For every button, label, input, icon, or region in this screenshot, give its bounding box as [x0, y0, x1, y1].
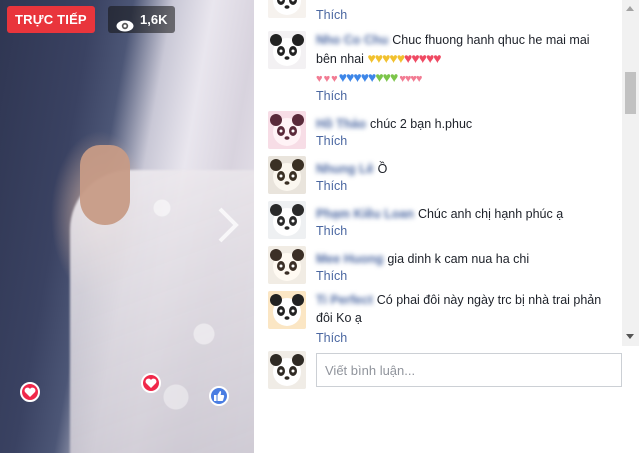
like-comment-link[interactable]: Thích: [316, 89, 347, 103]
comment-text: chúc 2 bạn h.phuc: [370, 117, 473, 131]
like-comment-link[interactable]: Thích: [316, 224, 347, 238]
like-comment-link[interactable]: Thích: [316, 269, 347, 283]
viewer-count-badge: 1,6K: [108, 6, 176, 33]
commenter-name[interactable]: Nhung Lê: [316, 162, 374, 176]
panda-avatar[interactable]: [268, 201, 306, 239]
comments-panel[interactable]: Thích Nho Co Chu Chuc fhuong hanh qhuc he…: [254, 0, 639, 393]
comments-scrollbar[interactable]: [622, 0, 639, 346]
commenter-name[interactable]: Mee Huong: [316, 252, 383, 266]
comment-input[interactable]: [316, 353, 622, 387]
live-badge: TRỰC TIẾP: [7, 6, 95, 33]
comment-text: Ồ: [377, 162, 388, 176]
commenter-name[interactable]: Nho Co Chu: [316, 33, 388, 47]
commenter-name[interactable]: Phạm Kiều Loan: [316, 207, 414, 221]
commenter-name[interactable]: Ti Perfect: [316, 293, 373, 307]
panda-avatar: [268, 351, 306, 389]
chevron-right-icon[interactable]: [214, 205, 242, 245]
viewer-count: 1,6K: [140, 12, 168, 27]
panda-avatar[interactable]: [268, 111, 306, 149]
scroll-down-arrow-icon[interactable]: [626, 334, 634, 339]
like-comment-link[interactable]: Thích: [316, 8, 347, 22]
panda-avatar[interactable]: [268, 31, 306, 69]
comment-text: gia dinh k cam nua ha chi: [387, 252, 530, 266]
eye-icon: [116, 14, 134, 31]
video-frame-lace: [120, 40, 254, 453]
scrollbar-thumb[interactable]: [625, 72, 636, 114]
heart-reaction-icon: [141, 373, 161, 393]
commenter-name[interactable]: Hồ Thảo: [316, 117, 366, 131]
comment-composer: [268, 350, 628, 390]
like-comment-link[interactable]: Thích: [316, 179, 347, 193]
panda-avatar[interactable]: [268, 156, 306, 194]
panda-avatar[interactable]: [268, 291, 306, 329]
video-frame-hands: [80, 145, 130, 225]
like-comment-link[interactable]: Thích: [316, 134, 347, 148]
live-video[interactable]: TRỰC TIẾP 1,6K: [0, 0, 254, 453]
like-reaction-icon: [209, 386, 229, 406]
like-comment-link[interactable]: Thích: [316, 331, 347, 345]
panda-avatar[interactable]: [268, 0, 306, 18]
heart-reaction-icon: [20, 382, 40, 402]
comment-text: Chúc anh chị hạnh phúc ạ: [417, 207, 564, 221]
scroll-up-arrow-icon[interactable]: [626, 6, 634, 11]
panda-avatar[interactable]: [268, 246, 306, 284]
